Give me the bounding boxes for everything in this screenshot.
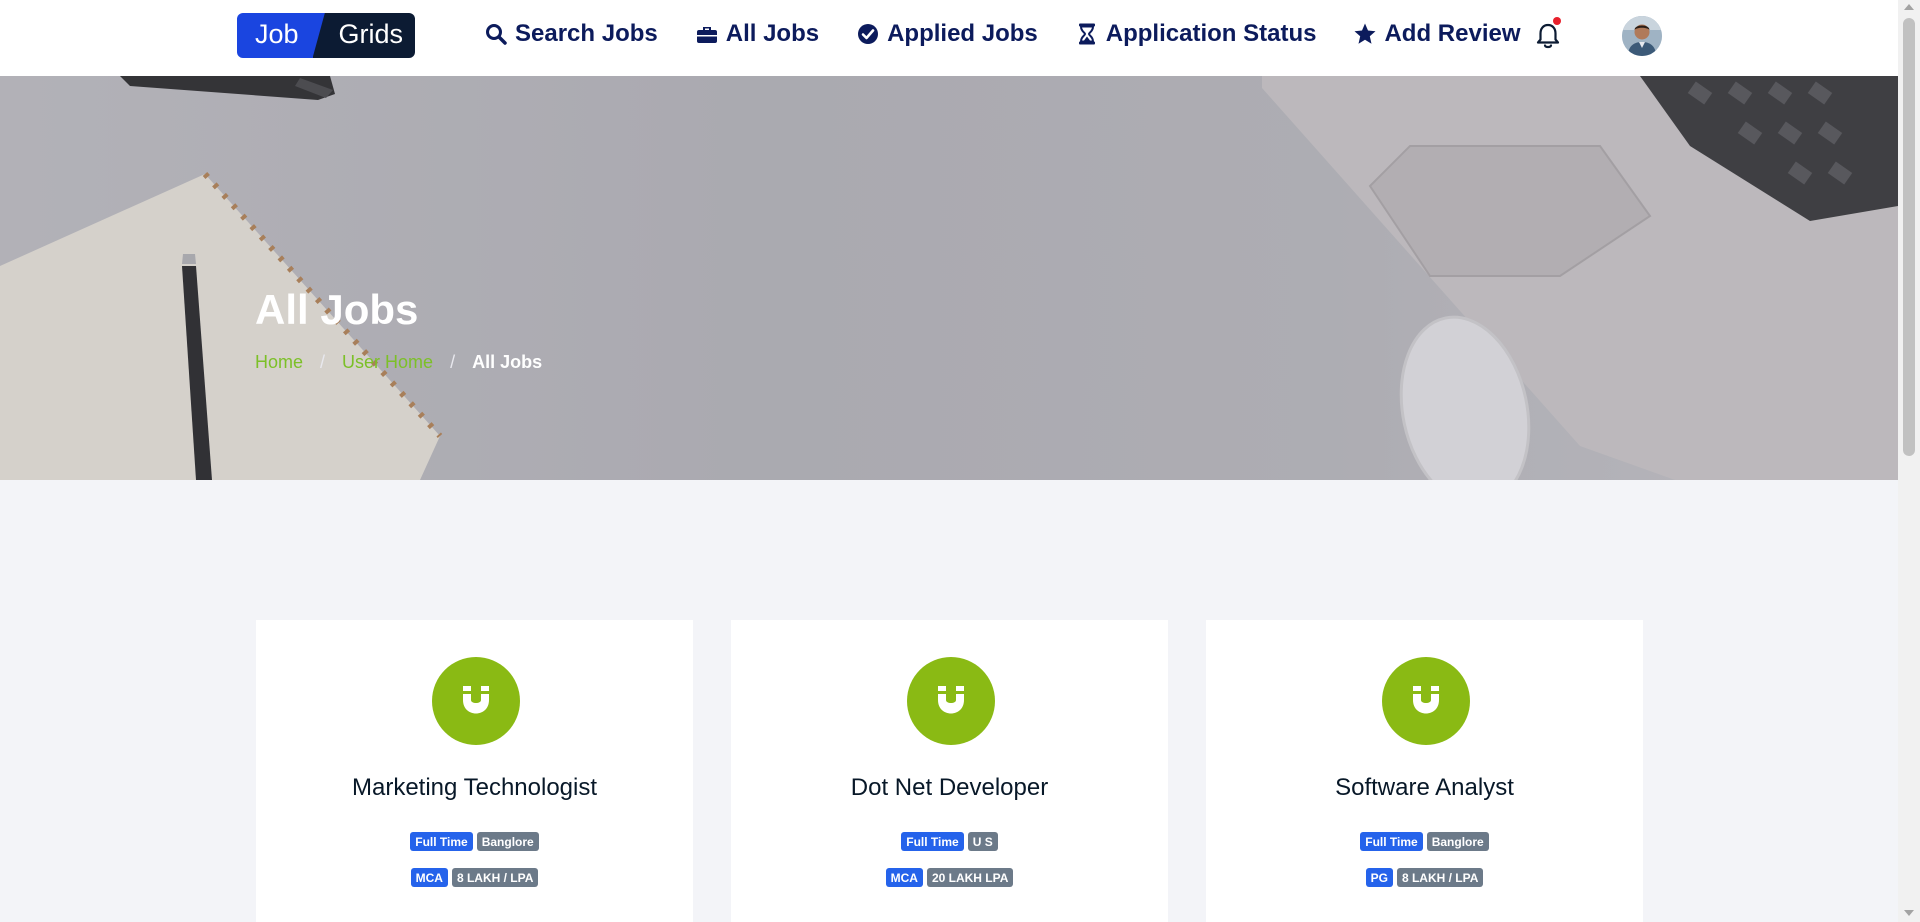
job-card[interactable]: Dot Net Developer Full Time U S MCA 20 L… bbox=[731, 620, 1168, 922]
company-logo bbox=[907, 657, 995, 745]
nav-add-review[interactable]: Add Review bbox=[1353, 20, 1521, 48]
job-type-badge: Full Time bbox=[410, 832, 473, 851]
job-location-badge: U S bbox=[967, 832, 998, 851]
breadcrumb-current: All Jobs bbox=[472, 352, 543, 372]
job-tags-row: Full Time Banglore bbox=[1206, 832, 1643, 851]
job-location-badge: Banglore bbox=[476, 832, 539, 851]
nav-all-jobs-label: All Jobs bbox=[725, 20, 820, 47]
nav-add-review-label: Add Review bbox=[1384, 20, 1521, 47]
nav-applied-jobs-label: Applied Jobs bbox=[887, 20, 1038, 47]
magnet-icon bbox=[938, 686, 964, 714]
job-salary-badge: 8 LAKH / LPA bbox=[1396, 868, 1484, 887]
nav-search-jobs[interactable]: Search Jobs bbox=[484, 20, 658, 48]
job-tags-row: Full Time Banglore bbox=[256, 832, 693, 851]
job-salary-badge: 8 LAKH / LPA bbox=[451, 868, 539, 887]
breadcrumb-home[interactable]: Home bbox=[255, 352, 303, 373]
notification-dot bbox=[1553, 17, 1561, 25]
hourglass-icon bbox=[1078, 23, 1095, 45]
user-avatar[interactable] bbox=[1622, 16, 1662, 56]
job-qualification-badge: MCA bbox=[885, 868, 923, 887]
breadcrumb-separator: / bbox=[450, 352, 456, 372]
job-salary-badge: 20 LAKH LPA bbox=[926, 868, 1014, 887]
breadcrumb-user-home[interactable]: User Home bbox=[342, 352, 433, 373]
nav-search-jobs-label: Search Jobs bbox=[515, 20, 658, 47]
job-card[interactable]: Software Analyst Full Time Banglore PG 8… bbox=[1206, 620, 1643, 922]
job-tags-row: PG 8 LAKH / LPA bbox=[1206, 868, 1643, 887]
job-title[interactable]: Software Analyst bbox=[1206, 774, 1643, 802]
nav-all-jobs[interactable]: All Jobs bbox=[695, 20, 819, 48]
breadcrumb-separator: / bbox=[320, 352, 326, 372]
job-tags-row: MCA 20 LAKH LPA bbox=[731, 868, 1168, 887]
nav-application-status-label: Application Status bbox=[1105, 20, 1317, 47]
main-nav: Search Jobs All Jobs Applied Jobs Applic… bbox=[484, 20, 1558, 48]
site-logo[interactable]: Job Grids bbox=[237, 13, 416, 58]
top-navbar: Job Grids Search Jobs All Jobs Applied J… bbox=[0, 0, 1898, 76]
nav-applied-jobs[interactable]: Applied Jobs bbox=[856, 20, 1038, 48]
hero-background-image bbox=[0, 76, 1898, 480]
job-card[interactable]: Marketing Technologist Full Time Banglor… bbox=[256, 620, 693, 922]
search-icon bbox=[486, 24, 507, 45]
company-logo bbox=[1382, 657, 1470, 745]
breadcrumb: Home / User Home / All Jobs bbox=[255, 352, 542, 373]
job-tags-row: Full Time U S bbox=[731, 832, 1168, 851]
scroll-up-arrow-icon[interactable] bbox=[1904, 4, 1914, 10]
scrollbar-thumb[interactable] bbox=[1903, 18, 1915, 456]
check-circle-icon bbox=[858, 24, 879, 44]
page-title: All Jobs bbox=[255, 286, 419, 333]
page-scrollbar[interactable] bbox=[1898, 0, 1920, 922]
job-title[interactable]: Dot Net Developer bbox=[731, 774, 1168, 802]
job-tags-row: MCA 8 LAKH / LPA bbox=[256, 868, 693, 887]
nav-application-status[interactable]: Application Status bbox=[1075, 20, 1317, 48]
job-qualification-badge: MCA bbox=[410, 868, 448, 887]
job-type-badge: Full Time bbox=[1360, 832, 1423, 851]
job-type-badge: Full Time bbox=[901, 832, 964, 851]
logo-grids-text: Grids bbox=[312, 13, 416, 58]
job-qualification-badge: PG bbox=[1365, 868, 1393, 887]
star-icon bbox=[1354, 23, 1376, 44]
job-title[interactable]: Marketing Technologist bbox=[256, 774, 693, 802]
bell-icon[interactable] bbox=[1535, 22, 1561, 50]
job-location-badge: Banglore bbox=[1426, 832, 1489, 851]
scroll-down-arrow-icon[interactable] bbox=[1904, 910, 1914, 916]
avatar-image bbox=[1622, 16, 1662, 56]
company-logo bbox=[432, 657, 520, 745]
magnet-icon bbox=[1413, 686, 1439, 714]
magnet-icon bbox=[463, 686, 489, 714]
briefcase-icon bbox=[696, 27, 717, 43]
hero-banner: All Jobs Home / User Home / All Jobs bbox=[0, 76, 1898, 480]
